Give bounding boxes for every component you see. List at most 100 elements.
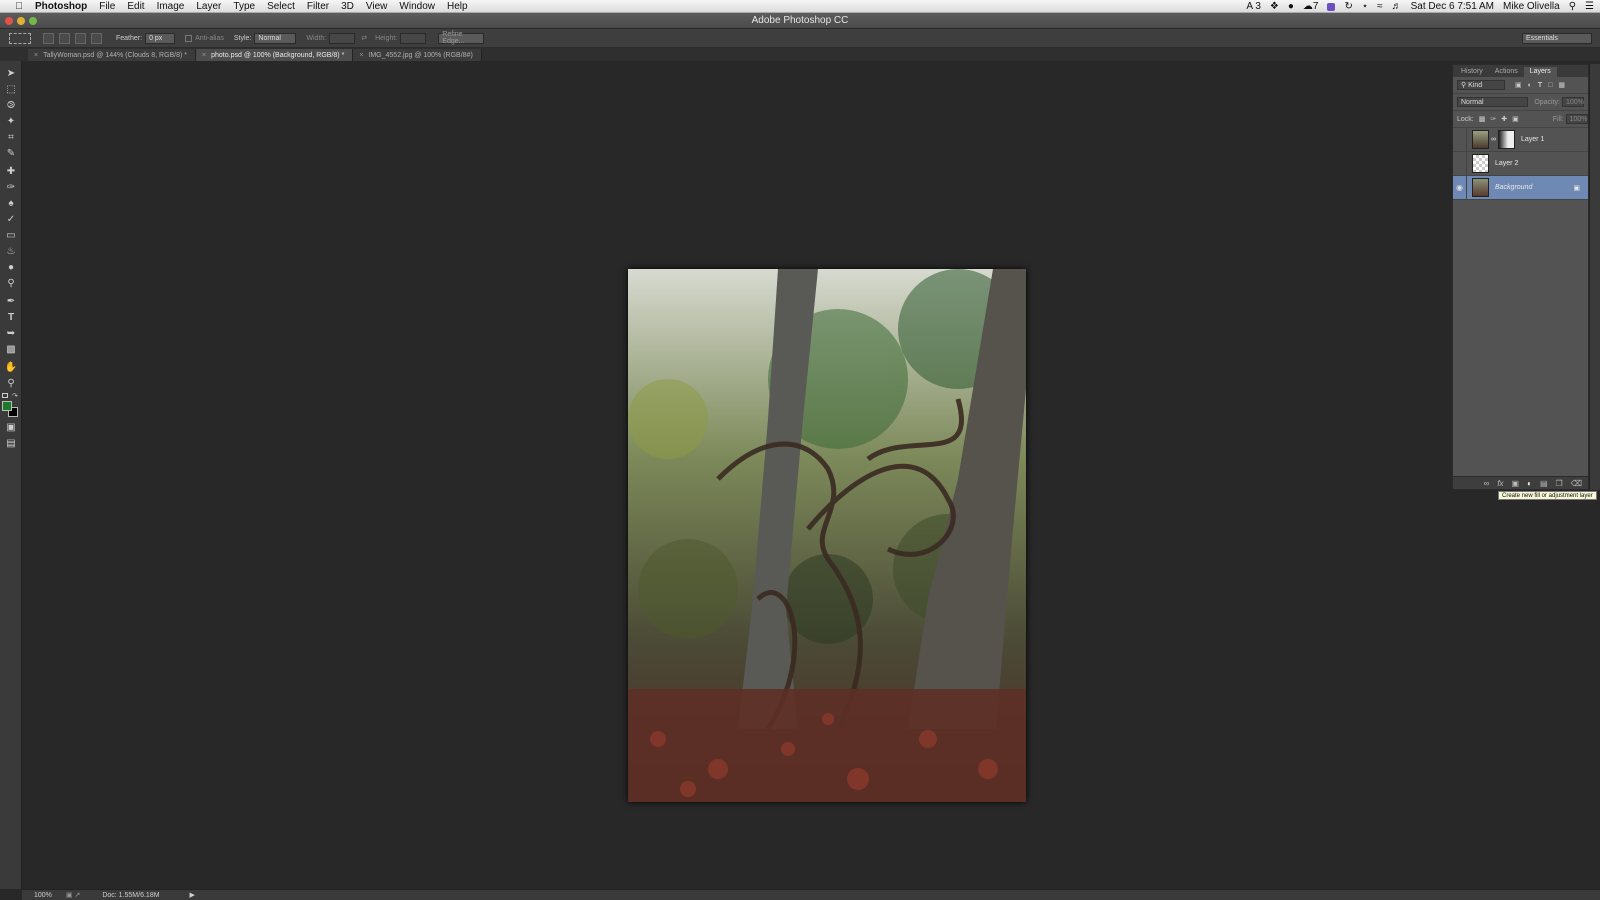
status-menu-arrow-icon[interactable]: ▶	[190, 891, 195, 899]
close-tab-icon[interactable]: ×	[359, 52, 363, 59]
filter-pixel-icon[interactable]: ▣	[1515, 81, 1522, 89]
swap-colors-icon[interactable]: ↷	[12, 392, 18, 400]
brush-tool-icon[interactable]: ✑	[3, 181, 19, 195]
volume-icon[interactable]: ♬	[1392, 1, 1402, 12]
shape-tool-icon[interactable]: ▩	[3, 343, 19, 357]
eyedropper-tool-icon[interactable]: ✎	[3, 147, 19, 161]
workspace-switcher[interactable]: Essentials	[1522, 32, 1592, 44]
time-machine-icon[interactable]: ↻	[1344, 1, 1352, 12]
add-mask-icon[interactable]: ▣	[1512, 479, 1520, 488]
filter-type-icon[interactable]: T	[1538, 82, 1542, 89]
tab-tallywoman[interactable]: × TallyWoman.psd @ 144% (Clouds 8, RGB/8…	[28, 49, 197, 61]
wifi-icon[interactable]: ≈	[1377, 1, 1383, 12]
lock-position-icon[interactable]: ✚	[1501, 115, 1507, 123]
opacity-input[interactable]: 100%	[1562, 97, 1584, 107]
layer-row-layer-1[interactable]: ∞ Layer 1	[1453, 127, 1588, 152]
lock-transparency-icon[interactable]: ▩	[1479, 115, 1486, 123]
clone-stamp-tool-icon[interactable]: ♠	[3, 197, 19, 211]
close-tab-icon[interactable]: ×	[202, 52, 206, 59]
antialias-checkbox[interactable]	[185, 34, 193, 42]
visibility-toggle[interactable]	[1453, 151, 1467, 176]
mic-icon[interactable]: ●	[1288, 1, 1294, 12]
forest-photo-canvas[interactable]	[628, 269, 1026, 802]
new-layer-icon[interactable]: ❐	[1556, 479, 1563, 488]
bluetooth-icon[interactable]: ⋆	[1362, 1, 1368, 12]
layer-style-fx-icon[interactable]: fx	[1497, 479, 1503, 488]
layer-name[interactable]: Background	[1495, 184, 1532, 191]
intersect-selection-button[interactable]	[91, 32, 102, 44]
lasso-tool-icon[interactable]: ⧁	[3, 99, 19, 113]
filter-adjustment-icon[interactable]: ◐	[1528, 82, 1532, 89]
menu-help[interactable]: Help	[447, 1, 468, 12]
dodge-tool-icon[interactable]: ⚲	[3, 277, 19, 291]
user-name[interactable]: Mike Olivella	[1503, 1, 1560, 12]
filter-shape-icon[interactable]: □	[1548, 82, 1552, 89]
menu-window[interactable]: Window	[399, 1, 435, 12]
default-colors-icon[interactable]	[2, 393, 8, 398]
subtract-from-selection-button[interactable]	[75, 32, 86, 44]
quick-selection-tool-icon[interactable]: ✦	[3, 115, 19, 129]
lock-all-icon[interactable]: ▣	[1512, 115, 1519, 123]
new-group-icon[interactable]: ▤	[1540, 479, 1548, 488]
new-fill-adjustment-layer-icon[interactable]: ◐	[1527, 479, 1532, 488]
swap-dimensions-icon[interactable]: ⇄	[361, 34, 367, 42]
menu-image[interactable]: Image	[157, 1, 185, 12]
clock-text[interactable]: Sat Dec 6 7:51 AM	[1411, 1, 1494, 12]
link-mask-icon[interactable]: ∞	[1491, 136, 1496, 143]
screen-mode-icon[interactable]: ▤	[3, 437, 19, 451]
link-layers-icon[interactable]: ∞	[1484, 479, 1490, 488]
creative-cloud-status-item[interactable]: ☁7	[1303, 1, 1319, 12]
layer-row-background[interactable]: ◉ Background ▣	[1453, 175, 1588, 200]
hand-tool-icon[interactable]: ✋	[3, 361, 19, 375]
menu-filter[interactable]: Filter	[307, 1, 329, 12]
crop-tool-icon[interactable]: ⌗	[3, 131, 19, 145]
healing-brush-tool-icon[interactable]: ✚	[3, 165, 19, 179]
refine-edge-button[interactable]: Refine Edge...	[438, 31, 485, 45]
delete-layer-icon[interactable]: ⌫	[1571, 479, 1582, 488]
zoom-level[interactable]: 100%	[34, 892, 52, 899]
tool-preset-picker[interactable]	[9, 32, 31, 44]
add-to-selection-button[interactable]	[59, 32, 70, 44]
visibility-eye-icon[interactable]: ◉	[1453, 175, 1467, 200]
layer-name[interactable]: Layer 1	[1521, 136, 1544, 143]
tab-layers[interactable]: Layers	[1523, 67, 1557, 77]
type-tool-icon[interactable]: T	[3, 311, 19, 325]
pen-tool-icon[interactable]: ✒	[3, 295, 19, 309]
menu-view[interactable]: View	[366, 1, 388, 12]
panel-collapse-strip[interactable]	[1589, 64, 1600, 490]
menu-select[interactable]: Select	[267, 1, 295, 12]
menu-3d[interactable]: 3D	[341, 1, 354, 12]
close-tab-icon[interactable]: ×	[34, 52, 38, 59]
marquee-tool-icon[interactable]: ⬚	[3, 83, 19, 97]
zoom-tool-icon[interactable]: ⚲	[3, 377, 19, 391]
history-brush-tool-icon[interactable]: ✓	[3, 213, 19, 227]
dropbox-icon[interactable]: ❖	[1270, 1, 1279, 12]
style-select[interactable]: Normal	[254, 32, 297, 44]
quick-mask-icon[interactable]: ▣	[3, 421, 19, 435]
menu-file[interactable]: File	[99, 1, 115, 12]
lock-pixels-icon[interactable]: ✑	[1490, 115, 1496, 123]
fill-input[interactable]: 100%	[1565, 114, 1588, 124]
new-selection-button[interactable]	[43, 32, 54, 44]
blend-mode-select[interactable]: Normal	[1457, 97, 1529, 107]
layer-row-layer-2[interactable]: Layer 2	[1453, 151, 1588, 176]
menu-edit[interactable]: Edit	[127, 1, 144, 12]
feather-input[interactable]: 0 px	[145, 32, 176, 44]
filter-kind-select[interactable]: ⚲ Kind	[1457, 80, 1505, 90]
foreground-color-swatch[interactable]	[2, 401, 12, 411]
layer-mask-thumbnail[interactable]	[1498, 130, 1515, 149]
paint-bucket-tool-icon[interactable]: ♨	[3, 245, 19, 259]
adobe-status-item[interactable]: A 3	[1246, 1, 1260, 12]
path-selection-tool-icon[interactable]: ➥	[3, 327, 19, 341]
blur-tool-icon[interactable]: ●	[3, 261, 19, 275]
filter-smart-object-icon[interactable]: ▦	[1558, 81, 1565, 89]
tab-img-4552[interactable]: × IMG_4552.jpg @ 100% (RGB/8#)	[353, 49, 482, 61]
tab-actions[interactable]: Actions	[1489, 67, 1524, 77]
move-tool-icon[interactable]: ➤	[3, 67, 19, 81]
visibility-toggle[interactable]	[1453, 127, 1467, 152]
app-badge-icon[interactable]	[1327, 2, 1336, 11]
notification-center-icon[interactable]: ☰	[1585, 1, 1594, 12]
tab-history[interactable]: History	[1455, 67, 1489, 77]
layer-name[interactable]: Layer 2	[1495, 160, 1518, 167]
menu-layer[interactable]: Layer	[196, 1, 221, 12]
